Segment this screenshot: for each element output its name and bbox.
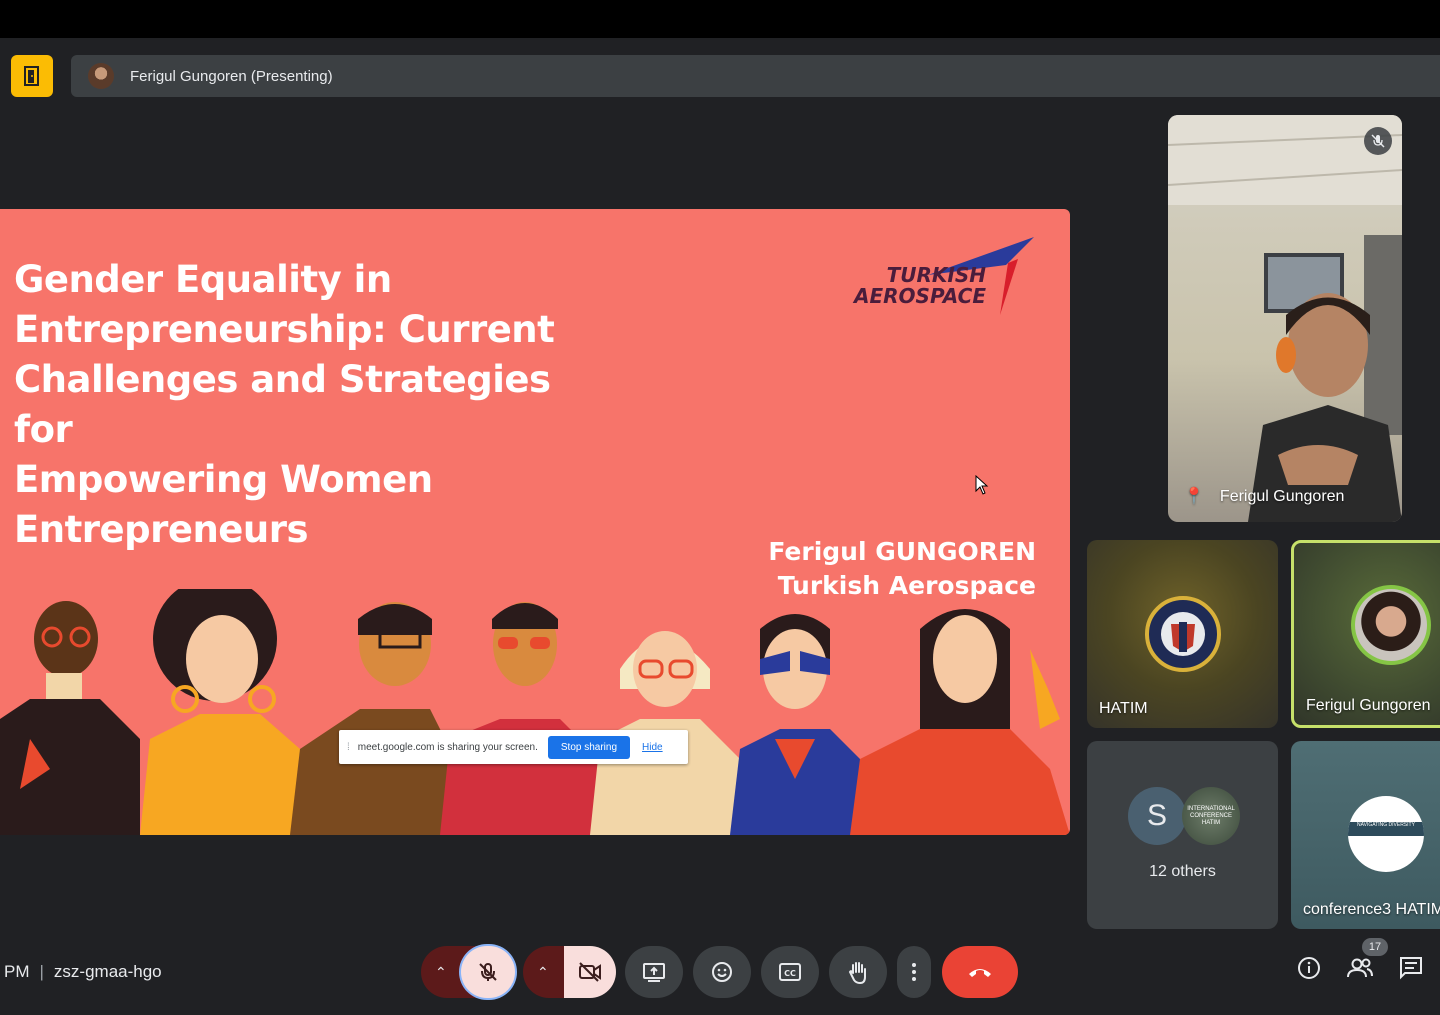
- reactions-button[interactable]: [693, 946, 751, 998]
- university-emblem-icon: [1145, 596, 1221, 672]
- present-screen-button[interactable]: [625, 946, 683, 998]
- slide-title-line: Gender Equality in: [14, 258, 392, 301]
- slide-title-line: Empowering Women: [14, 458, 433, 501]
- camera-off-icon: [579, 962, 601, 982]
- participant-avatar: [1351, 585, 1431, 665]
- conference-avatar-text: NAVIGATING DIVERSITY: [1348, 822, 1424, 836]
- top-black-bar: [0, 0, 1440, 38]
- chevron-up-icon: ⌃: [537, 963, 549, 980]
- more-vert-icon: [912, 963, 916, 981]
- slide-title-line: Entrepreneurship: Current: [14, 308, 555, 351]
- captions-icon: CC: [779, 963, 801, 981]
- participant-video-feed: [1168, 115, 1402, 522]
- raise-hand-button[interactable]: [829, 946, 887, 998]
- participant-name-text: Ferigul Gungoren: [1219, 488, 1345, 505]
- mouse-cursor-icon: [975, 475, 989, 495]
- others-count-label: 12 others: [1149, 863, 1216, 880]
- mic-off-icon: [479, 963, 497, 981]
- participant-tile-hatim[interactable]: HATIM: [1087, 540, 1278, 728]
- meeting-details-button[interactable]: [1297, 956, 1321, 985]
- captions-button[interactable]: CC: [761, 946, 819, 998]
- meeting-code: zsz-gmaa-hgo: [53, 962, 162, 981]
- svg-text:CC: CC: [784, 969, 796, 978]
- meeting-exit-icon[interactable]: [11, 55, 53, 97]
- hang-up-icon: [969, 969, 991, 977]
- women-illustration: [0, 589, 1070, 835]
- leave-call-button[interactable]: [942, 946, 1018, 998]
- emoji-icon: [712, 962, 732, 982]
- logo-line: AEROSPACE: [854, 284, 986, 308]
- turkish-aerospace-logo: TURKISH AEROSPACE: [854, 235, 1038, 325]
- screen-share-notice: ⁞ meet.google.com is sharing your screen…: [339, 730, 688, 764]
- participant-name: 📍 Ferigul Gungoren: [1184, 486, 1344, 506]
- participant-count-badge: 17: [1362, 938, 1388, 956]
- logo-text: TURKISH AEROSPACE: [854, 265, 986, 307]
- meeting-info: PM | zsz-gmaa-hgo: [4, 962, 162, 982]
- time-fragment: PM: [4, 962, 30, 981]
- presenter-avatar: [88, 63, 114, 89]
- slide-title: Gender Equality in Entrepreneurship: Cur…: [14, 255, 594, 555]
- chat-icon: [1400, 957, 1422, 980]
- chat-button[interactable]: [1399, 956, 1423, 985]
- mic-muted-icon: [1364, 127, 1392, 155]
- participant-name: conference3 HATIM: [1303, 901, 1440, 918]
- camera-toggle-button[interactable]: [564, 946, 616, 998]
- author-name: Ferigul GUNGOREN: [768, 537, 1036, 566]
- participant-tile-conference[interactable]: NAVIGATING DIVERSITY conference3 HATIM: [1291, 741, 1440, 929]
- participant-tile-others[interactable]: S INTERNATIONAL CONFERENCE HATIM 12 othe…: [1087, 741, 1278, 929]
- participant-name: HATIM: [1099, 700, 1148, 717]
- conference-avatar: INTERNATIONAL CONFERENCE HATIM: [1182, 787, 1240, 845]
- slide-title-line: Challenges and Strategies for: [14, 358, 551, 451]
- presenter-bar: Ferigul Gungoren (Presenting): [71, 55, 1440, 97]
- hide-notice-link[interactable]: Hide: [642, 742, 663, 753]
- people-icon: [1347, 958, 1373, 978]
- participant-name: Ferigul Gungoren: [1306, 697, 1431, 714]
- logo-line: TURKISH: [886, 263, 986, 287]
- pin-icon: 📍: [1184, 488, 1204, 505]
- chevron-up-icon: ⌃: [435, 963, 447, 980]
- info-icon: [1298, 957, 1320, 979]
- people-button[interactable]: [1346, 956, 1374, 985]
- participant-initial-avatar: S: [1128, 787, 1186, 845]
- hand-icon: [848, 962, 866, 984]
- microphone-toggle-button[interactable]: [461, 946, 515, 998]
- more-options-button[interactable]: [897, 946, 931, 998]
- conference-avatar: NAVIGATING DIVERSITY: [1348, 796, 1424, 872]
- others-avatars: S INTERNATIONAL CONFERENCE HATIM: [1128, 787, 1240, 845]
- slide-title-line: Entrepreneurs: [14, 508, 309, 551]
- presenter-label: Ferigul Gungoren (Presenting): [130, 67, 333, 85]
- participant-tile-ferigul[interactable]: Ferigul Gungoren: [1291, 540, 1440, 728]
- share-notice-text: meet.google.com is sharing your screen.: [357, 741, 538, 753]
- drag-handle-icon[interactable]: ⁞: [347, 742, 350, 753]
- separator: |: [39, 962, 44, 981]
- stop-sharing-button[interactable]: Stop sharing: [547, 735, 631, 759]
- participant-tile-main[interactable]: 📍 Ferigul Gungoren: [1168, 115, 1402, 522]
- present-icon: [643, 963, 665, 982]
